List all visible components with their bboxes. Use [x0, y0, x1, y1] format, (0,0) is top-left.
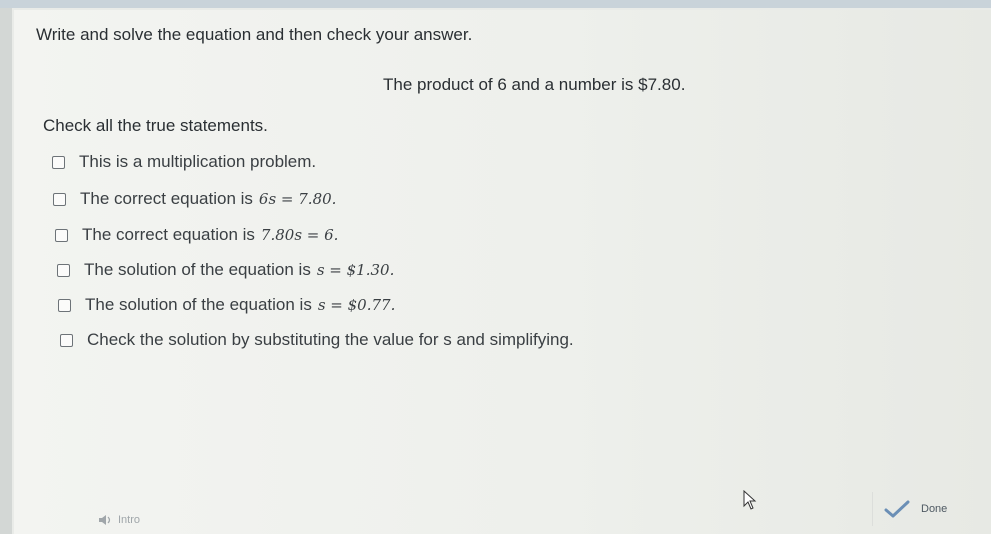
speaker-icon — [99, 515, 111, 525]
instruction-text: Write and solve the equation and then ch… — [36, 25, 473, 44]
top-strip — [0, 0, 991, 8]
option-label: The solution of the equation is — [85, 295, 312, 314]
option-label: The solution of the equation is — [84, 260, 311, 279]
check-icon — [884, 500, 910, 518]
done-label: Done — [921, 503, 948, 515]
option-label: The correct equation is — [80, 189, 253, 208]
option-math: s = $1.30. — [316, 261, 395, 279]
intro-label: Intro — [118, 514, 141, 526]
done-button[interactable]: Done — [872, 492, 989, 526]
option-6[interactable]: Check the solution by substituting the v… — [60, 330, 574, 350]
left-edge — [0, 8, 12, 534]
option-4[interactable]: The solution of the equation is s = $1.3… — [57, 260, 394, 280]
checkbox[interactable] — [52, 155, 65, 169]
option-label: The correct equation is — [82, 225, 255, 244]
problem-statement: The product of 6 and a number is $7.80. — [383, 75, 686, 94]
checkbox[interactable] — [60, 333, 73, 347]
option-label: This is a multiplication problem. — [79, 152, 317, 171]
option-math: s = $0.77. — [317, 296, 396, 314]
option-1[interactable]: This is a multiplication problem. — [52, 152, 316, 172]
cursor-icon — [743, 490, 757, 510]
option-3[interactable]: The correct equation is 7.80s = 6. — [55, 225, 338, 245]
checkbox[interactable] — [57, 263, 70, 277]
option-label: Check the solution by substituting the v… — [87, 330, 574, 349]
option-math: 7.80s = 6. — [260, 226, 339, 244]
prompt-text: Check all the true statements. — [43, 116, 268, 135]
intro-button[interactable]: Intro — [98, 514, 140, 526]
checkbox[interactable] — [55, 228, 68, 242]
option-math: 6s = 7.80. — [258, 190, 337, 208]
checkbox[interactable] — [53, 192, 66, 206]
option-5[interactable]: The solution of the equation is s = $0.7… — [58, 295, 395, 315]
option-2[interactable]: The correct equation is 6s = 7.80. — [53, 189, 336, 209]
checkbox[interactable] — [58, 298, 71, 312]
